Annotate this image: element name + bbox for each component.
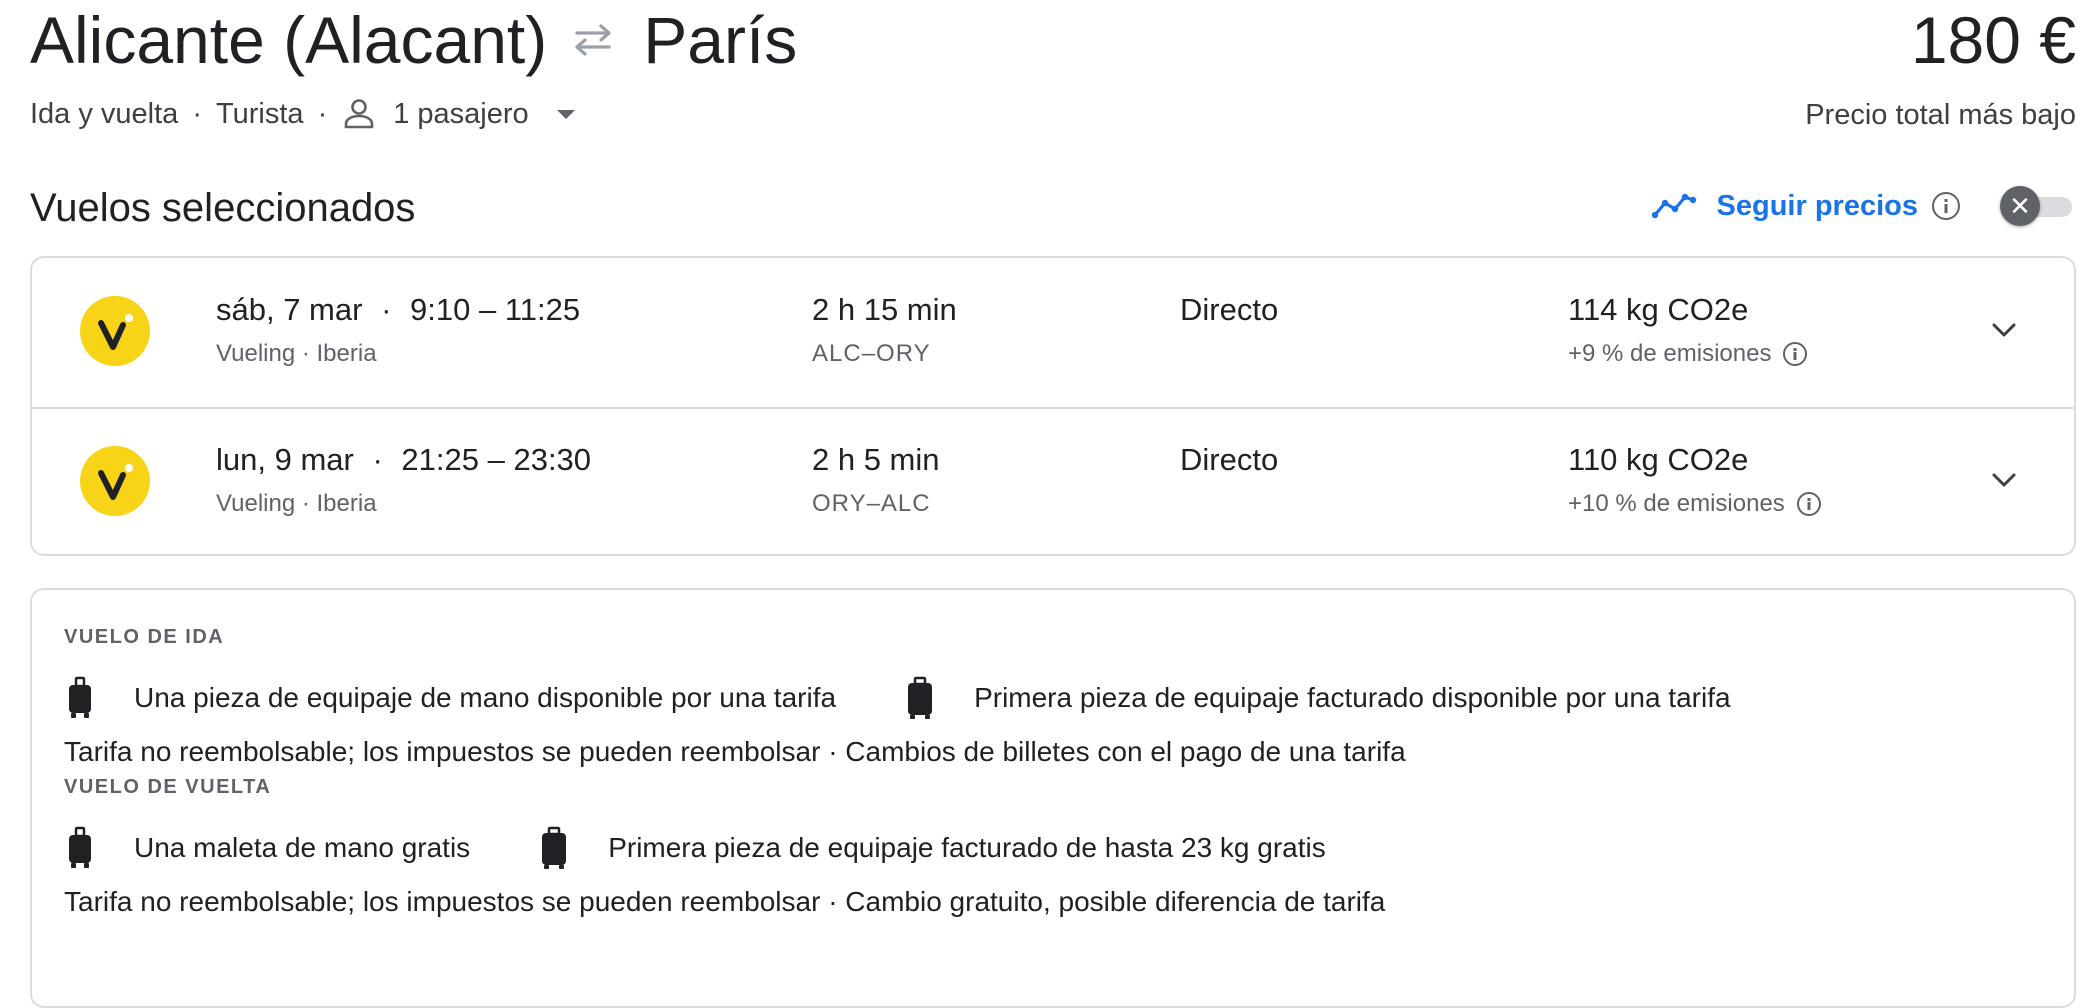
checked-bag-text: Primera pieza de equipaje facturado de h… (608, 832, 1326, 863)
emissions-info: +10 % de emisiones (1568, 488, 1821, 520)
flight-duration: 2 h 5 min (812, 442, 940, 477)
vueling-logo (80, 446, 150, 516)
route-title: Alicante (Alacant) París (30, 2, 797, 78)
carry-on-bag-icon (69, 676, 91, 718)
info-icon[interactable] (1783, 342, 1808, 366)
price-caption: Precio total más bajo (1805, 99, 2076, 131)
outbound-heading: VUELO DE IDA (64, 626, 225, 648)
chevron-down-icon[interactable] (1990, 316, 2018, 344)
track-prices: Seguir precios ✕ (1651, 184, 2076, 228)
outbound-fare-note: Tarifa no reembolsable; los impuestos se… (64, 736, 1406, 767)
trip-options: Ida y vuelta · Turista · 1 pasajero (30, 94, 575, 134)
return-heading: VUELO DE VUELTA (64, 776, 272, 798)
passenger-count: 1 pasajero (393, 98, 529, 130)
emissions-label: +9 % de emisiones (1568, 340, 1772, 367)
separator: · (192, 98, 202, 130)
carry-on-bag-icon (69, 826, 91, 868)
selected-flights-title: Vuelos seleccionados (30, 186, 416, 230)
vueling-logo (80, 296, 150, 366)
info-icon[interactable] (1796, 492, 1821, 516)
airlines: Vueling · Iberia (216, 340, 377, 367)
return-baggage: Una maleta de mano gratis Primera pieza … (66, 826, 1326, 870)
flight-row-return[interactable]: lun, 9 mar · 21:25 – 23:30 Vueling · Ibe… (32, 408, 2074, 557)
flight-duration: 2 h 15 min (812, 292, 957, 327)
carry-on-text: Una maleta de mano gratis (134, 832, 471, 863)
lowest-price: 180 € (1910, 3, 2076, 77)
close-icon: ✕ (2000, 186, 2040, 226)
flight-stops: Directo (1180, 442, 1279, 477)
emissions-info: +9 % de emisiones (1568, 338, 1808, 370)
outbound-baggage: Una pieza de equipaje de mano disponible… (66, 676, 1731, 720)
flight-stops: Directo (1180, 292, 1279, 327)
separator: · (381, 292, 392, 327)
carry-on-text: Una pieza de equipaje de mano disponible… (134, 682, 837, 713)
checked-bag-text: Primera pieza de equipaje facturado disp… (974, 682, 1731, 713)
flight-date-time: sáb, 7 mar · 9:10 – 11:25 (216, 290, 580, 330)
track-prices-toggle[interactable]: ✕ (2000, 186, 2076, 226)
flight-date: sáb, 7 mar (216, 292, 363, 327)
flight-route: ALC–ORY (812, 340, 931, 367)
passenger-selector[interactable]: 1 pasajero (341, 94, 575, 134)
cabin-class: Turista (216, 98, 304, 130)
flight-date: lun, 9 mar (216, 442, 354, 477)
selected-flights-card: sáb, 7 mar · 9:10 – 11:25 Vueling · Iber… (30, 256, 2076, 556)
checked-bag-icon (542, 826, 567, 869)
swap-arrows-icon (575, 24, 611, 56)
person-icon (344, 99, 374, 129)
separator: · (317, 98, 328, 130)
flight-route: ORY–ALC (812, 490, 931, 517)
airlines: Vueling · Iberia (216, 490, 377, 517)
flight-row-outbound[interactable]: sáb, 7 mar · 9:10 – 11:25 Vueling · Iber… (32, 258, 2074, 409)
origin-city: Alicante (Alacant) (30, 3, 548, 77)
co2-amount: 110 kg CO2e (1568, 442, 1749, 477)
checked-bag-icon (908, 676, 933, 719)
return-fare-note: Tarifa no reembolsable; los impuestos se… (64, 886, 1386, 917)
info-icon[interactable] (1932, 192, 1960, 220)
flight-date-time: lun, 9 mar · 21:25 – 23:30 (216, 440, 591, 480)
flight-times: 21:25 – 23:30 (401, 442, 592, 477)
emissions-label: +10 % de emisiones (1568, 490, 1785, 517)
destination-city: París (643, 3, 798, 77)
trip-type: Ida y vuelta (30, 98, 179, 130)
price-trend-icon (1651, 193, 1696, 219)
flight-times: 9:10 – 11:25 (410, 292, 581, 327)
separator: · (372, 442, 383, 477)
fare-details-card: VUELO DE IDA Una pieza de equipaje de ma… (30, 588, 2076, 1008)
dropdown-caret-icon (556, 109, 575, 119)
co2-amount: 114 kg CO2e (1568, 292, 1749, 327)
track-prices-label[interactable]: Seguir precios (1717, 190, 1918, 223)
chevron-down-icon[interactable] (1990, 466, 2018, 494)
